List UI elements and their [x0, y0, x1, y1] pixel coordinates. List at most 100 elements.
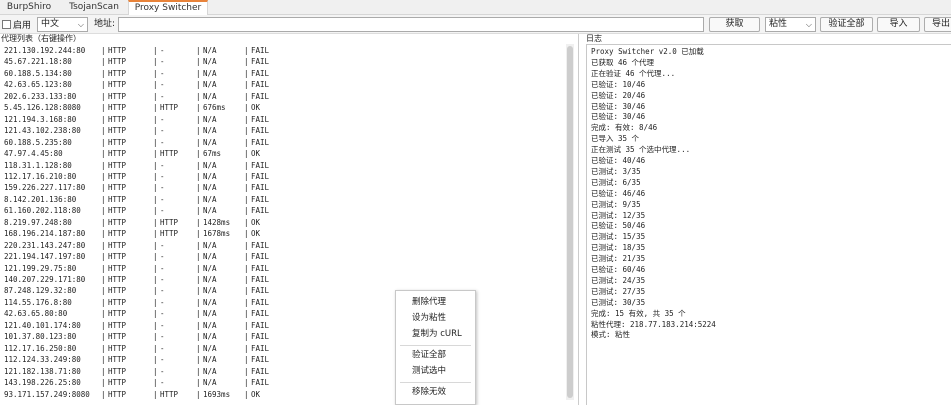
proxy-check-result: -: [160, 309, 165, 319]
proxy-latency: 1428ms: [203, 217, 231, 227]
proxy-check-result: -: [160, 366, 165, 376]
proxy-status: FAIL: [251, 378, 270, 388]
column-separator: |: [101, 309, 106, 319]
column-separator: |: [153, 355, 158, 365]
column-separator: |: [196, 57, 201, 67]
proxy-type: HTTP: [108, 286, 127, 296]
column-separator: |: [153, 286, 158, 296]
column-separator: |: [153, 389, 158, 399]
scrollbar-thumb[interactable]: [567, 46, 573, 398]
column-separator: |: [244, 57, 249, 67]
menu-item-verify-all[interactable]: 验证全部: [396, 348, 475, 363]
proxy-type: HTTP: [108, 240, 127, 250]
proxy-status: FAIL: [251, 91, 270, 101]
menu-item-set-sticky[interactable]: 设为粘性: [396, 311, 475, 326]
column-separator: |: [153, 68, 158, 78]
column-separator: |: [196, 206, 201, 216]
menu-item-delete-proxy[interactable]: 删除代理: [396, 295, 475, 310]
enable-checkbox[interactable]: 启用: [2, 18, 31, 31]
proxy-list-scrollbar[interactable]: [566, 44, 574, 400]
proxy-type: HTTP: [108, 229, 127, 239]
proxy-status: FAIL: [251, 137, 270, 147]
tab-tsojanscan[interactable]: TsojanScan: [60, 0, 128, 15]
column-separator: |: [153, 309, 158, 319]
column-separator: |: [196, 194, 201, 204]
checkbox-box[interactable]: [2, 20, 11, 29]
proxy-address: 121.199.29.75:80: [4, 263, 77, 273]
split-divider[interactable]: [578, 34, 579, 405]
column-separator: |: [244, 126, 249, 136]
column-separator: |: [244, 286, 249, 296]
proxy-latency: N/A: [203, 194, 217, 204]
mode-select[interactable]: 粘性 ⌵: [765, 17, 816, 32]
column-separator: |: [244, 149, 249, 159]
column-separator: |: [244, 240, 249, 250]
verify-all-button[interactable]: 验证全部: [820, 17, 873, 32]
column-separator: |: [153, 275, 158, 284]
log-line: 已测试: 15/35: [591, 232, 646, 242]
proxy-type: HTTP: [108, 126, 127, 136]
proxy-address: 159.226.227.117:80: [4, 183, 86, 193]
menu-item-test-selected[interactable]: 测试选中: [396, 364, 475, 379]
column-separator: |: [196, 103, 201, 113]
column-separator: |: [153, 366, 158, 376]
language-select[interactable]: 中文 ⌵: [37, 17, 88, 32]
log-line: 已验证: 30/46: [591, 101, 646, 111]
context-menu: 删除代理 设为粘性 复制为 cURL 验证全部 测试选中 移除无效: [395, 290, 476, 405]
column-separator: |: [153, 217, 158, 227]
column-separator: |: [196, 149, 201, 159]
proxy-status: FAIL: [251, 332, 270, 342]
proxy-status: FAIL: [251, 343, 270, 353]
column-separator: |: [101, 171, 106, 181]
column-separator: |: [153, 297, 158, 307]
proxy-list[interactable]: 221.130.192.244:80 HTTP | - | N/A | FAIL | 45.67.…: [0, 44, 575, 405]
proxy-type: HTTP: [108, 343, 127, 353]
proxy-address: 140.207.229.171:80: [4, 275, 86, 284]
menu-item-remove-invalid[interactable]: 移除无效: [396, 385, 475, 400]
address-input[interactable]: [118, 17, 704, 32]
tab-burpshiro[interactable]: BurpShiro: [0, 0, 58, 15]
column-separator: |: [196, 137, 201, 147]
export-button[interactable]: 导出: [924, 17, 951, 32]
tab-proxy-switcher[interactable]: Proxy Switcher: [128, 0, 208, 16]
column-separator: |: [244, 252, 249, 262]
column-separator: |: [244, 160, 249, 170]
column-separator: |: [101, 343, 106, 353]
proxy-type: HTTP: [108, 171, 127, 181]
menu-item-copy-curl[interactable]: 复制为 cURL: [396, 327, 475, 342]
proxy-status: FAIL: [251, 206, 270, 216]
proxy-latency: 67ms: [203, 149, 222, 159]
proxy-status: FAIL: [251, 309, 270, 319]
proxy-latency: N/A: [203, 297, 217, 307]
proxy-type: HTTP: [108, 114, 127, 124]
column-separator: |: [244, 389, 249, 399]
proxy-status: FAIL: [251, 80, 270, 90]
proxy-status: FAIL: [251, 366, 270, 376]
column-separator: |: [196, 297, 201, 307]
proxy-check-result: -: [160, 57, 165, 67]
proxy-check-result: -: [160, 194, 165, 204]
log-line: 正在验证 46 个代理...: [591, 68, 676, 78]
log-line: 已测试: 27/35: [591, 286, 646, 296]
proxy-address: 143.198.226.25:80: [4, 378, 81, 388]
column-separator: |: [101, 332, 106, 342]
proxy-status: FAIL: [251, 355, 270, 365]
import-button[interactable]: 导入: [877, 17, 920, 32]
column-separator: |: [244, 275, 249, 284]
column-separator: |: [153, 206, 158, 216]
column-separator: |: [196, 252, 201, 262]
column-separator: |: [101, 57, 106, 67]
column-separator: |: [244, 91, 249, 101]
proxy-address: 220.231.143.247:80: [4, 240, 86, 250]
proxy-type: HTTP: [108, 206, 127, 216]
column-separator: |: [196, 389, 201, 399]
log-line: 已验证: 50/46: [591, 221, 646, 231]
column-separator: |: [101, 252, 106, 262]
fetch-button[interactable]: 获取: [709, 17, 760, 32]
column-separator: |: [101, 114, 106, 124]
column-separator: |: [196, 275, 201, 284]
proxy-address: 101.37.80.123:80: [4, 332, 77, 342]
proxy-status: FAIL: [251, 46, 270, 55]
proxy-type: HTTP: [108, 355, 127, 365]
column-separator: |: [244, 183, 249, 193]
